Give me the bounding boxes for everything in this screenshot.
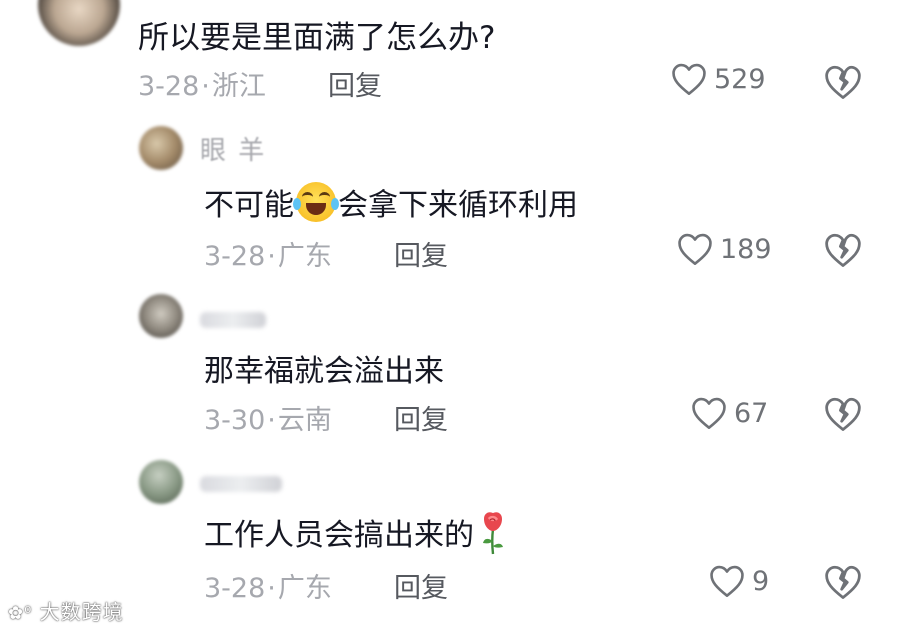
reply-button[interactable]: 回复 xyxy=(394,398,448,437)
heart-icon xyxy=(672,63,706,95)
comment-date: 3-28 xyxy=(138,71,200,102)
reply-location: 云南 xyxy=(277,405,332,436)
comment-item: 所以要是里面满了怎么办? 3-28·浙江 回复 529 xyxy=(0,0,900,110)
reply-meta: 3-30·云南 xyxy=(204,398,332,437)
reply-date: 3-30 xyxy=(204,405,266,436)
reply-item: 眼 羊 不可能 会拿下来循环利用 3-28·广东 回复 189 xyxy=(0,120,900,280)
reply-location: 广东 xyxy=(277,573,332,604)
comment-meta: 3-28·浙江 xyxy=(138,64,266,103)
avatar[interactable] xyxy=(139,126,183,170)
reply-text: 工作人员会搞出来的 xyxy=(204,510,508,555)
reply-username[interactable] xyxy=(200,476,282,492)
reply-item: 工作人员会搞出来的 3-28·广东 回复 9 xyxy=(0,456,900,626)
reply-username[interactable] xyxy=(200,312,266,328)
broken-heart-icon[interactable] xyxy=(823,564,863,600)
face-with-tears-of-joy-icon xyxy=(293,182,339,222)
like-button[interactable]: 67 xyxy=(690,396,768,430)
heart-icon xyxy=(710,565,744,597)
rose-icon xyxy=(483,512,503,555)
comment-location: 浙江 xyxy=(211,71,266,102)
separator-dot: · xyxy=(267,241,276,272)
comment-text: 所以要是里面满了怎么办? xyxy=(138,20,496,56)
reply-meta: 3-28·广东 xyxy=(204,566,332,605)
heart-icon xyxy=(692,397,726,429)
avatar[interactable] xyxy=(38,0,120,46)
broken-heart-icon[interactable] xyxy=(823,64,863,100)
separator-dot: · xyxy=(267,405,276,436)
like-count: 529 xyxy=(714,63,766,95)
heart-icon xyxy=(678,233,712,265)
broken-heart-icon[interactable] xyxy=(823,396,863,432)
reply-item: 那幸福就会溢出来 3-30·云南 回复 67 xyxy=(0,290,900,450)
reply-button[interactable]: 回复 xyxy=(394,566,448,605)
reply-date: 3-28 xyxy=(204,573,266,604)
reply-date: 3-28 xyxy=(204,241,266,272)
separator-dot: · xyxy=(201,71,210,102)
reply-button[interactable]: 回复 xyxy=(394,234,448,273)
like-count: 67 xyxy=(734,397,769,429)
broken-heart-icon[interactable] xyxy=(823,232,863,268)
separator-dot: · xyxy=(267,573,276,604)
watermark-logo-icon: ✿⁰ xyxy=(8,603,33,624)
like-button[interactable]: 529 xyxy=(670,62,766,96)
watermark: ✿⁰ 大数跨境 xyxy=(8,596,124,625)
reply-button[interactable]: 回复 xyxy=(328,64,382,103)
reply-text: 不可能 会拿下来循环利用 xyxy=(204,180,578,224)
reply-meta: 3-28·广东 xyxy=(204,234,332,273)
like-count: 9 xyxy=(752,565,770,597)
like-count: 189 xyxy=(720,233,772,265)
reply-username[interactable]: 眼 羊 xyxy=(200,130,266,167)
avatar[interactable] xyxy=(139,460,183,504)
like-button[interactable]: 189 xyxy=(676,232,772,266)
avatar[interactable] xyxy=(139,294,183,338)
reply-location: 广东 xyxy=(277,241,332,272)
watermark-text: 大数跨境 xyxy=(39,600,124,624)
reply-text: 那幸福就会溢出来 xyxy=(204,354,444,389)
like-button[interactable]: 9 xyxy=(708,564,769,598)
